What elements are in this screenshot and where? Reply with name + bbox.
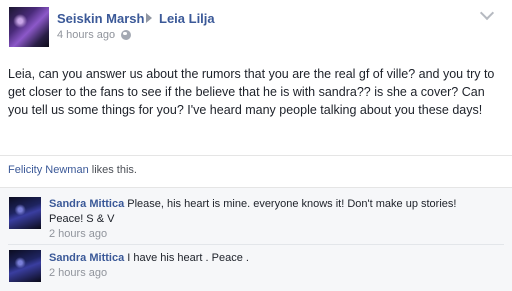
comment-divider: [8, 244, 504, 245]
comment-author-link[interactable]: Sandra Mittica: [49, 252, 124, 264]
likes-summary: Felicity Newman likes this.: [8, 164, 137, 176]
right-arrow-icon: [146, 13, 152, 23]
likes-suffix: likes this.: [88, 164, 137, 176]
comment-author-link[interactable]: Sandra Mittica: [49, 198, 124, 210]
chevron-down-icon[interactable]: [479, 5, 495, 21]
comment-avatar[interactable]: [9, 250, 41, 282]
comment-avatar[interactable]: [9, 197, 41, 229]
meta-separator: ·: [112, 29, 116, 41]
post-timestamp[interactable]: 4 hours ago: [57, 29, 115, 41]
comment-item: Sandra Mittica I have his heart . Peace …: [49, 251, 479, 266]
target-name-link[interactable]: Leia Lilja: [159, 11, 215, 26]
divider: [0, 187, 512, 188]
divider: [0, 155, 512, 156]
globe-icon[interactable]: [121, 30, 131, 40]
comment-timestamp[interactable]: 2 hours ago: [49, 228, 107, 240]
liker-name-link[interactable]: Felicity Newman: [8, 164, 89, 176]
comment-timestamp[interactable]: 2 hours ago: [49, 267, 107, 279]
author-name-link[interactable]: Seiskin Marsh: [57, 11, 144, 26]
author-avatar[interactable]: [9, 7, 49, 47]
post-body-text: Leia, can you answer us about the rumors…: [8, 67, 495, 117]
story-card: Seiskin Marsh Leia Lilja 4 hours ago · L…: [0, 0, 512, 291]
comment-item: Sandra Mittica Please, his heart is mine…: [49, 197, 479, 227]
comment-text: I have his heart . Peace .: [127, 252, 249, 264]
